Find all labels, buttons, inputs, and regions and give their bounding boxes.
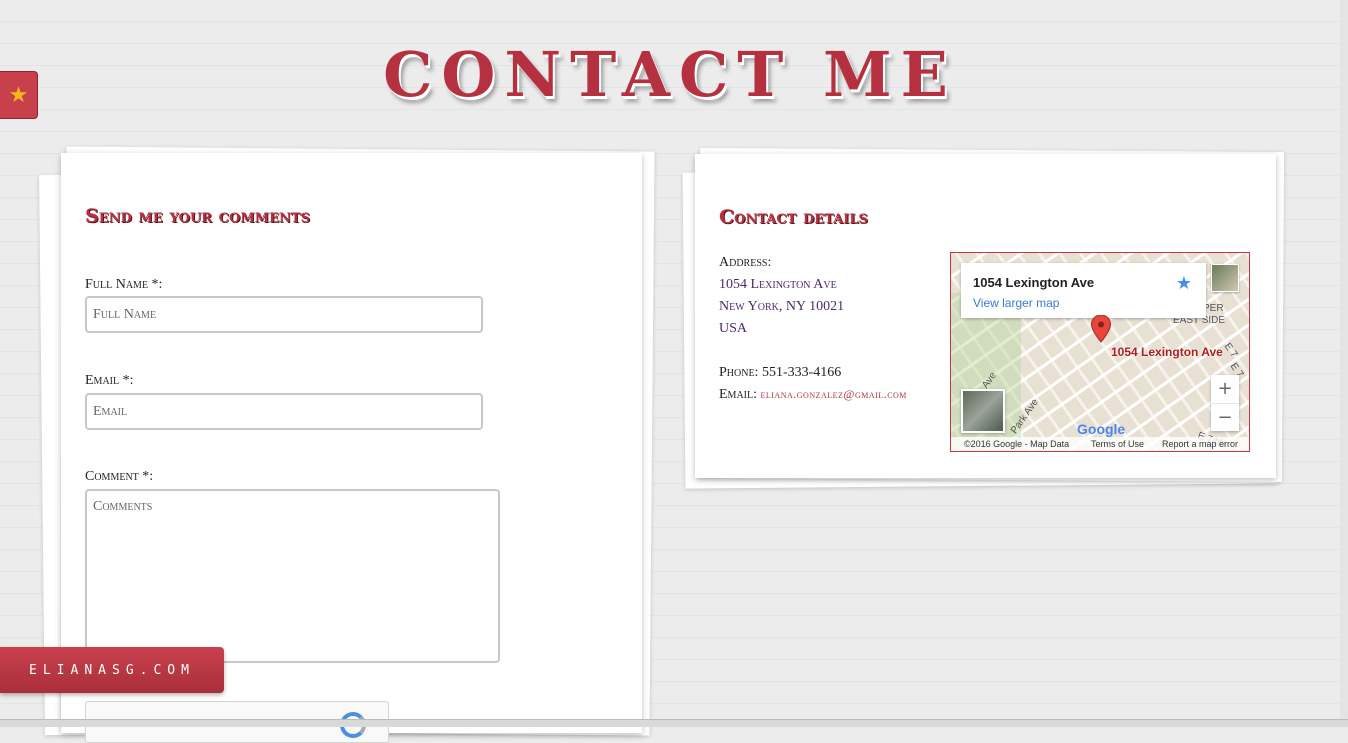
- phone-row: Phone: 551-333-4166: [719, 365, 841, 381]
- map-pin-label: 1054 Lexington Ave: [1111, 345, 1223, 359]
- map-place-title: 1054 Lexington Ave: [973, 275, 1095, 290]
- full-name-label: Full Name *:: [85, 277, 163, 292]
- phone-value: 551-333-4166: [761, 365, 842, 380]
- comment-form-card: Send me your comments Full Name *: Email…: [61, 153, 642, 743]
- map-pin-icon[interactable]: [1091, 315, 1111, 343]
- email-link[interactable]: eliana.gonzalez@gmail.com: [761, 387, 907, 401]
- map-street-label: E 7: [1221, 341, 1240, 360]
- email-label: Email *:: [85, 373, 134, 388]
- phone-label: Phone:: [719, 365, 759, 380]
- details-heading: Contact details: [719, 206, 868, 228]
- comment-textarea[interactable]: [85, 489, 500, 663]
- map-terms-link[interactable]: Terms of Use: [1091, 439, 1144, 449]
- form-heading: Send me your comments: [85, 205, 310, 227]
- map-zoom-control: + −: [1211, 375, 1239, 431]
- star-icon: ★: [8, 82, 29, 108]
- view-larger-map-link[interactable]: View larger map: [973, 296, 1059, 310]
- zoom-in-button[interactable]: +: [1211, 375, 1239, 404]
- google-logo: Google: [1077, 421, 1126, 437]
- save-star-icon[interactable]: ★: [1176, 273, 1192, 294]
- street-view-thumbnail[interactable]: [1211, 264, 1239, 292]
- map-street-label: PER: [1203, 303, 1224, 314]
- email-label: Email:: [719, 387, 757, 402]
- map-footer: ©2016 Google - Map Data Terms of Use Rep…: [951, 437, 1249, 451]
- brand-badge[interactable]: ELIANASG.COM: [0, 647, 224, 693]
- page-title: CONTACT ME: [383, 38, 957, 111]
- google-map[interactable]: EAST SIDE PER E 7 E 7 E 7 Park Ave Ave E…: [950, 252, 1250, 452]
- zoom-out-button[interactable]: −: [1211, 404, 1239, 432]
- map-report-link[interactable]: Report a map error: [1162, 439, 1238, 449]
- contact-details-card: Contact details Address: 1054 Lexington …: [695, 154, 1276, 478]
- full-name-input[interactable]: [85, 296, 483, 333]
- map-info-window: 1054 Lexington Ave View larger map ★: [961, 263, 1206, 318]
- address-line-3: USA: [719, 321, 748, 336]
- comment-label: Comment *:: [85, 469, 154, 484]
- favorite-button[interactable]: ★: [0, 71, 38, 119]
- email-input[interactable]: [85, 393, 483, 430]
- address-line-2: New York, NY 10021: [719, 299, 845, 314]
- email-row: Email: eliana.gonzalez@gmail.com: [719, 387, 907, 403]
- satellite-toggle[interactable]: [961, 389, 1005, 433]
- map-copyright: ©2016 Google - Map Data: [964, 439, 1070, 449]
- address-label: Address:: [719, 255, 772, 270]
- scrollbar[interactable]: [1340, 0, 1348, 726]
- address-line-1: 1054 Lexington Ave: [719, 277, 837, 292]
